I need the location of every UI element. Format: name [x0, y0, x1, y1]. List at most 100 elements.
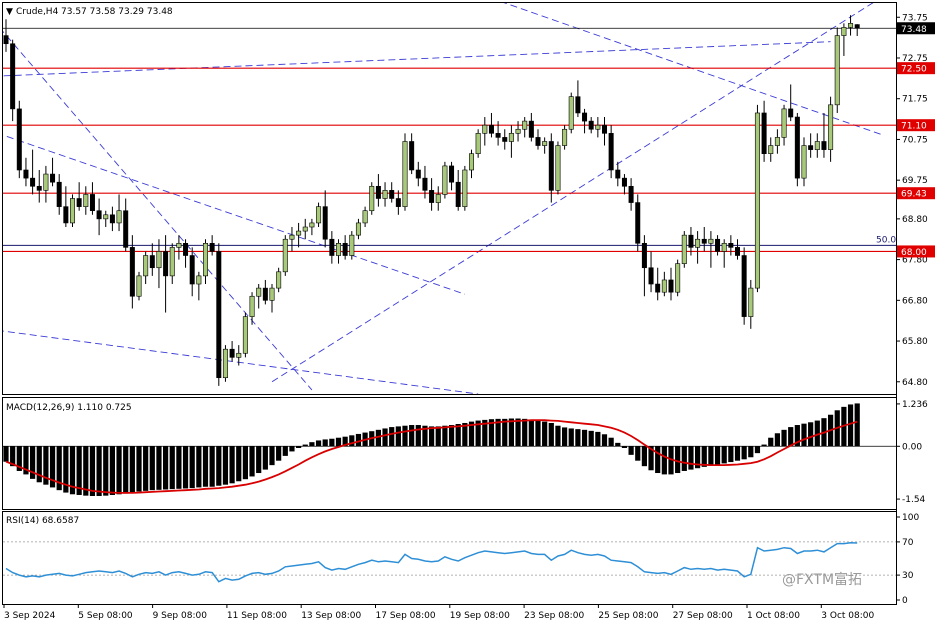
candle: [222, 345, 228, 382]
bearish-candle-body: [701, 238, 707, 244]
macd-histogram-bar: [116, 446, 122, 495]
candle: [721, 239, 727, 268]
bullish-candle-body: [402, 141, 408, 207]
candle: [129, 235, 135, 309]
bearish-candle-body: [668, 279, 674, 293]
candle: [23, 157, 29, 187]
bullish-candle-body: [349, 234, 355, 256]
bearish-candle-body: [582, 112, 588, 122]
bearish-candle-body: [342, 243, 348, 256]
macd-histogram-bar: [415, 425, 421, 447]
candle: [176, 235, 182, 260]
bearish-candle-body: [688, 234, 694, 248]
candle: [462, 165, 468, 211]
bullish-candle-body: [721, 243, 727, 252]
macd-histogram-bar: [661, 446, 667, 475]
macd-indicator: [3, 403, 896, 496]
candle: [409, 133, 415, 175]
candle: [788, 84, 794, 122]
bearish-candle-body: [322, 206, 328, 240]
trend-line: [3, 30, 313, 391]
candle: [455, 169, 461, 211]
bullish-candle-body: [708, 238, 714, 244]
candle: [754, 104, 760, 293]
macd-histogram-bar: [588, 430, 594, 447]
bearish-candle-body: [655, 283, 661, 293]
macd-histogram-bar: [734, 446, 741, 461]
bearish-candle-body: [149, 255, 155, 269]
candle: [302, 218, 308, 240]
candle: [449, 161, 455, 191]
bearish-candle-body: [96, 210, 102, 220]
macd-tick-label: 1.236: [902, 400, 928, 410]
bearish-candle-body: [36, 185, 42, 191]
price-tick-label: 70.75: [902, 135, 928, 145]
macd-histogram-bar: [515, 418, 521, 447]
candle: [123, 198, 129, 252]
macd-histogram-bar: [847, 404, 854, 447]
candle: [296, 222, 302, 248]
candle: [3, 19, 9, 52]
bullish-candle-body: [522, 120, 528, 130]
macd-histogram-bar: [535, 420, 541, 447]
candle: [156, 239, 162, 289]
candle: [515, 121, 521, 142]
bearish-candle-body: [628, 185, 634, 203]
macd-histogram-bar: [714, 446, 721, 465]
macd-histogram-bar: [156, 446, 162, 490]
macd-histogram-bar: [774, 433, 780, 447]
bearish-candle-body: [56, 181, 62, 207]
bullish-candle-body: [661, 279, 667, 293]
bearish-candle-body: [601, 124, 607, 134]
candle: [502, 129, 508, 150]
bullish-candle-body: [515, 128, 521, 134]
bullish-candle-body: [269, 287, 275, 301]
bearish-candle-body: [648, 267, 654, 285]
trend-lines[interactable]: [0, 0, 936, 394]
candle: [522, 117, 528, 138]
macd-histogram-bar: [395, 426, 401, 447]
bullish-candle-body: [83, 194, 89, 207]
bullish-candle-body: [508, 133, 514, 142]
macd-histogram-bar: [249, 446, 255, 477]
bullish-candle-body: [442, 165, 448, 195]
candle: [242, 312, 248, 358]
bullish-candle-body: [748, 287, 754, 317]
candle: [136, 271, 142, 301]
macd-histogram-bar: [429, 426, 435, 447]
candle: [848, 15, 854, 36]
bearish-candle-body: [123, 210, 129, 248]
symbol-dropdown-icon[interactable]: ▼: [6, 7, 13, 17]
candle: [169, 243, 175, 285]
macd-histogram-bar: [688, 446, 694, 470]
macd-histogram-bar: [322, 439, 328, 447]
bullish-candle-body: [754, 112, 760, 289]
candle: [828, 96, 834, 162]
bullish-candle-body: [309, 222, 315, 228]
candle: [262, 279, 268, 305]
candle: [854, 24, 860, 36]
bullish-candle-body: [236, 352, 242, 358]
macd-histogram-bar: [229, 446, 235, 484]
bearish-candle-body: [395, 198, 401, 207]
chart-canvas[interactable]: 73.7572.7571.7570.7569.7568.8067.8066.80…: [0, 0, 936, 624]
time-tick-label: 25 Sep 08:00: [598, 611, 658, 621]
macd-histogram-bar: [548, 422, 554, 447]
time-tick-label: 9 Sep 08:00: [153, 611, 208, 621]
macd-histogram-bar: [601, 434, 608, 447]
macd-histogram-bar: [568, 428, 574, 447]
bearish-candle-body: [262, 287, 268, 301]
candle: [794, 112, 800, 187]
candle: [621, 174, 627, 195]
macd-histogram-bar: [176, 446, 182, 489]
bearish-candle-body: [76, 198, 82, 207]
macd-histogram-bar: [355, 433, 362, 447]
trend-line: [3, 134, 465, 295]
macd-histogram-bar: [269, 446, 275, 466]
macd-histogram-bar: [508, 418, 514, 447]
bullish-candle-body: [482, 124, 488, 134]
candle: [761, 100, 767, 162]
candle: [542, 137, 548, 154]
level-price-label: 68.00: [901, 248, 927, 258]
macd-histogram-bar: [801, 423, 807, 447]
